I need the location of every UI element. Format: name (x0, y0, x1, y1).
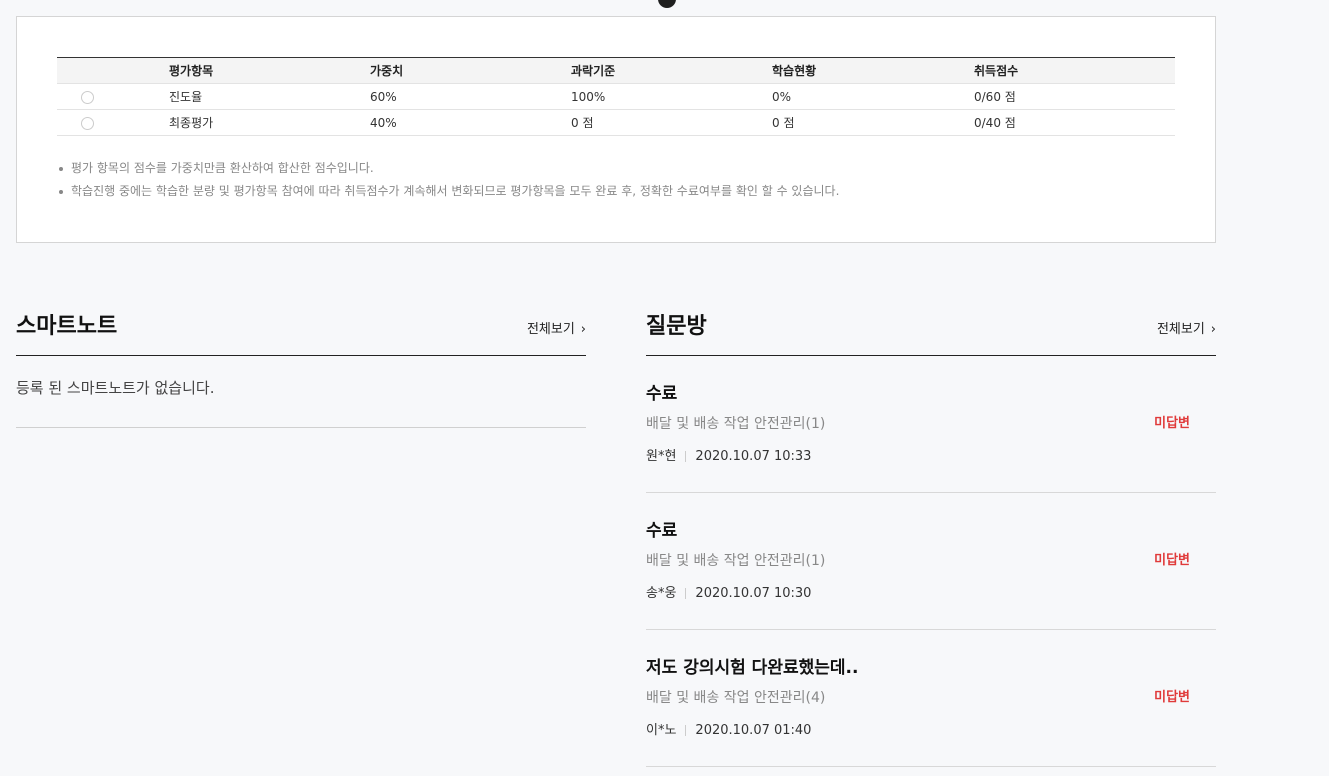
qna-header: 질문방 전체보기 › (646, 303, 1216, 356)
status-badge: 미답변 (1154, 690, 1190, 705)
author: 송*웅 (646, 586, 677, 601)
author: 이*노 (646, 723, 677, 738)
view-all-label: 전체보기 (1156, 322, 1205, 337)
question-title[interactable]: 저도 강의시험 다완료했는데.. (646, 653, 858, 678)
row-radio-cell (57, 109, 169, 136)
timestamp: 2020.10.07 10:30 (695, 586, 812, 601)
question-meta: 송*웅 2020.10.07 10:30 (646, 582, 811, 601)
note-item: 학습진행 중에는 학습한 분량 및 평가항목 참여에 따라 취득점수가 계속해서… (57, 180, 839, 203)
smartnote-header: 스마트노트 전체보기 › (16, 303, 586, 356)
divider (685, 451, 687, 462)
row-progress: 0 점 (772, 109, 974, 136)
status-badge: 미답변 (1154, 416, 1190, 431)
header-select (57, 58, 169, 84)
question-meta: 원*현 2020.10.07 10:33 (646, 445, 811, 464)
smartnote-section: 스마트노트 전체보기 › 등록 된 스마트노트가 없습니다. (16, 303, 586, 428)
header-progress: 학습현황 (772, 64, 817, 78)
question-course: 배달 및 배송 작업 안전관리(1) (646, 553, 826, 569)
qna-section: 질문방 전체보기 › 수료 배달 및 배송 작업 안전관리(1) 미답변 원*현 2… (646, 303, 1216, 767)
row-item: 최종평가 (169, 109, 370, 136)
chevron-right-icon: › (1210, 322, 1216, 337)
row-cutoff: 100% (571, 83, 772, 110)
note-item: 평가 항목의 점수를 가중치만큼 환산하여 합산한 점수입니다. (57, 157, 839, 180)
smartnote-view-all-link[interactable]: 전체보기 › (527, 318, 586, 337)
row-item: 진도율 (169, 83, 370, 110)
radio-button[interactable] (81, 116, 94, 130)
row-score: 0/60 점 (974, 83, 1175, 110)
view-all-label: 전체보기 (526, 322, 575, 337)
row-weight: 60% (370, 83, 571, 110)
header-weight: 가중치 (370, 64, 404, 78)
chevron-right-icon: › (580, 322, 586, 337)
smartnote-empty-message: 등록 된 스마트노트가 없습니다. (16, 356, 586, 428)
question-title[interactable]: 수료 (646, 379, 677, 404)
header-item: 평가항목 (169, 64, 214, 78)
radio-button[interactable] (81, 90, 94, 104)
evaluation-notes: 평가 항목의 점수를 가중치만큼 환산하여 합산한 점수입니다. 학습진행 중에… (57, 157, 839, 203)
row-radio-cell (57, 83, 169, 110)
timestamp: 2020.10.07 01:40 (695, 723, 812, 738)
author: 원*현 (646, 449, 677, 464)
question-meta: 이*노 2020.10.07 01:40 (646, 719, 811, 738)
divider (685, 588, 687, 599)
timestamp: 2020.10.07 10:33 (695, 449, 812, 464)
table-row: 진도율 60% 100% 0% 0/60 점 (57, 83, 1175, 110)
question-title[interactable]: 수료 (646, 516, 677, 541)
header-score: 취득점수 (974, 64, 1019, 78)
table-header-row: 평가항목 가중치 과락기준 학습현황 취득점수 (57, 57, 1175, 84)
question-course: 배달 및 배송 작업 안전관리(4) (646, 690, 826, 706)
header-cutoff: 과락기준 (571, 64, 616, 78)
row-weight: 40% (370, 109, 571, 136)
row-cutoff: 0 점 (571, 109, 772, 136)
row-progress: 0% (772, 83, 974, 110)
qna-view-all-link[interactable]: 전체보기 › (1157, 318, 1216, 337)
list-item[interactable]: 수료 배달 및 배송 작업 안전관리(1) 미답변 송*웅 2020.10.07 … (646, 493, 1216, 630)
evaluation-panel: 평가항목 가중치 과락기준 학습현황 취득점수 진도율 60% 100% 0% … (16, 16, 1216, 243)
status-badge: 미답변 (1154, 553, 1190, 568)
table-row: 최종평가 40% 0 점 0 점 0/40 점 (57, 109, 1175, 136)
evaluation-table: 평가항목 가중치 과락기준 학습현황 취득점수 진도율 60% 100% 0% … (57, 57, 1175, 136)
question-course: 배달 및 배송 작업 안전관리(1) (646, 416, 826, 432)
qna-title: 질문방 (646, 314, 707, 339)
list-item[interactable]: 수료 배달 및 배송 작업 안전관리(1) 미답변 원*현 2020.10.07 … (646, 356, 1216, 493)
divider (685, 725, 687, 736)
smartnote-title: 스마트노트 (16, 314, 118, 339)
info-icon[interactable] (658, 0, 676, 8)
row-score: 0/40 점 (974, 109, 1175, 136)
list-item[interactable]: 저도 강의시험 다완료했는데.. 배달 및 배송 작업 안전관리(4) 미답변 … (646, 630, 1216, 767)
